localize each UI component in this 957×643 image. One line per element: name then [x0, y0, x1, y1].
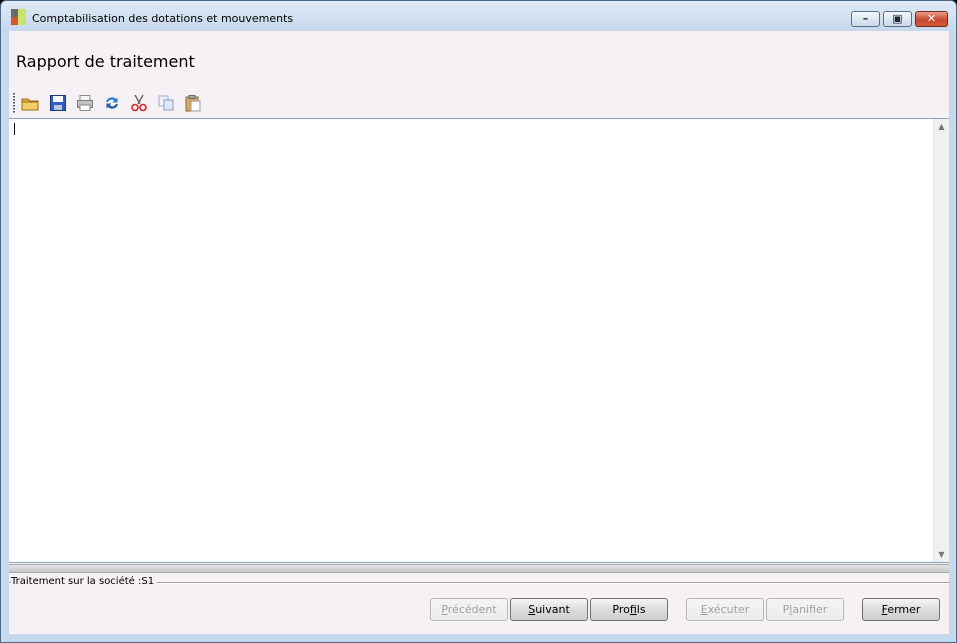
precedent-label-post: récédent: [447, 603, 497, 616]
print-icon[interactable]: [76, 94, 94, 112]
scroll-down-icon[interactable]: ▼: [934, 550, 949, 559]
close-button[interactable]: ✕: [915, 11, 948, 27]
toolbar: [11, 91, 311, 115]
profils-label-post: ils: [636, 603, 646, 616]
page-title: Rapport de traitement: [16, 52, 195, 71]
main-window: Comptabilisation des dotations et mouvem…: [0, 0, 957, 643]
scroll-up-icon[interactable]: ▲: [934, 122, 949, 131]
restore-button[interactable]: ▣: [883, 11, 912, 27]
client-area: Rapport de traitement ▲ ▼ Traitement sur…: [9, 31, 949, 634]
status-group: Traitement sur la société :S1: [9, 576, 949, 590]
minimize-button[interactable]: –: [851, 11, 880, 27]
close-icon: ✕: [926, 12, 937, 25]
title-bar[interactable]: Comptabilisation des dotations et mouvem…: [1, 1, 956, 33]
save-disk-icon[interactable]: [49, 94, 67, 112]
cut-scissors-icon[interactable]: [130, 94, 148, 112]
restore-icon: ▣: [892, 12, 903, 25]
suivant-label-post: uivant: [535, 603, 570, 616]
planifier-button[interactable]: Planifier: [766, 598, 844, 621]
minimize-icon: –: [862, 12, 869, 25]
profils-label-pre: Pro: [612, 603, 630, 616]
app-icon: [11, 9, 27, 25]
profils-label-accel: f: [629, 603, 637, 616]
executer-button[interactable]: Exécuter: [686, 598, 764, 621]
planifier-label-post: anifier: [792, 603, 828, 616]
copy-icon[interactable]: [157, 94, 175, 112]
window-title: Comptabilisation des dotations et mouvem…: [32, 12, 294, 25]
fermer-button[interactable]: Fermer: [862, 598, 940, 621]
suivant-button[interactable]: Suivant: [510, 598, 588, 621]
paste-icon[interactable]: [184, 94, 202, 112]
refresh-icon[interactable]: [103, 94, 121, 112]
report-text-area[interactable]: ▲ ▼: [9, 118, 949, 563]
toolbar-grip[interactable]: [13, 93, 15, 113]
precedent-button[interactable]: Précédent: [430, 598, 508, 621]
executer-label-post: xécuter: [707, 603, 750, 616]
open-folder-icon[interactable]: [21, 94, 39, 112]
splitter-bar[interactable]: [9, 564, 949, 573]
text-caret: [14, 123, 15, 135]
vertical-scrollbar[interactable]: ▲ ▼: [933, 119, 949, 562]
status-text: Traitement sur la société :S1: [11, 576, 158, 587]
executer-label-accel: E: [700, 603, 708, 616]
fermer-label-post: ermer: [887, 603, 921, 616]
profils-button[interactable]: Profils: [590, 598, 668, 621]
